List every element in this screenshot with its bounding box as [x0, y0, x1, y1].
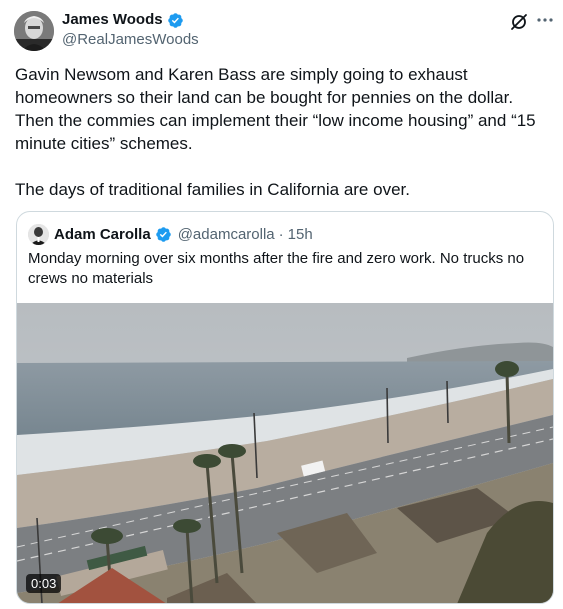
- author-avatar[interactable]: [14, 11, 54, 51]
- video-duration-badge: 0:03: [26, 574, 62, 593]
- verified-badge-icon: [155, 227, 171, 242]
- quoted-timestamp[interactable]: 15h: [288, 225, 313, 244]
- quoted-handle[interactable]: @adamcarolla: [178, 225, 275, 244]
- quoted-author-avatar[interactable]: [28, 224, 49, 245]
- tweet-text: Gavin Newsom and Karen Bass are simply g…: [15, 65, 536, 199]
- author-name-row: James Woods: [62, 11, 184, 29]
- verified-badge-icon: [167, 12, 183, 28]
- quoted-tweet-card[interactable]: Adam Carolla @adamcarolla · 15h Monday m…: [16, 211, 554, 604]
- video-thumbnail: [17, 303, 553, 603]
- quoted-avatar-image: [28, 224, 49, 245]
- quoted-display-name[interactable]: Adam Carolla: [54, 225, 151, 244]
- grok-icon[interactable]: [509, 12, 529, 32]
- quoted-video[interactable]: 0:03: [17, 303, 553, 603]
- quoted-header: Adam Carolla @adamcarolla · 15h: [54, 225, 313, 244]
- quoted-separator: ·: [278, 226, 284, 243]
- author-display-name[interactable]: James Woods: [62, 11, 163, 29]
- author-avatar-image: [14, 11, 54, 51]
- author-handle[interactable]: @RealJamesWoods: [62, 31, 199, 49]
- quoted-text: Monday morning over six months after the…: [28, 250, 525, 287]
- more-icon[interactable]: [535, 10, 555, 30]
